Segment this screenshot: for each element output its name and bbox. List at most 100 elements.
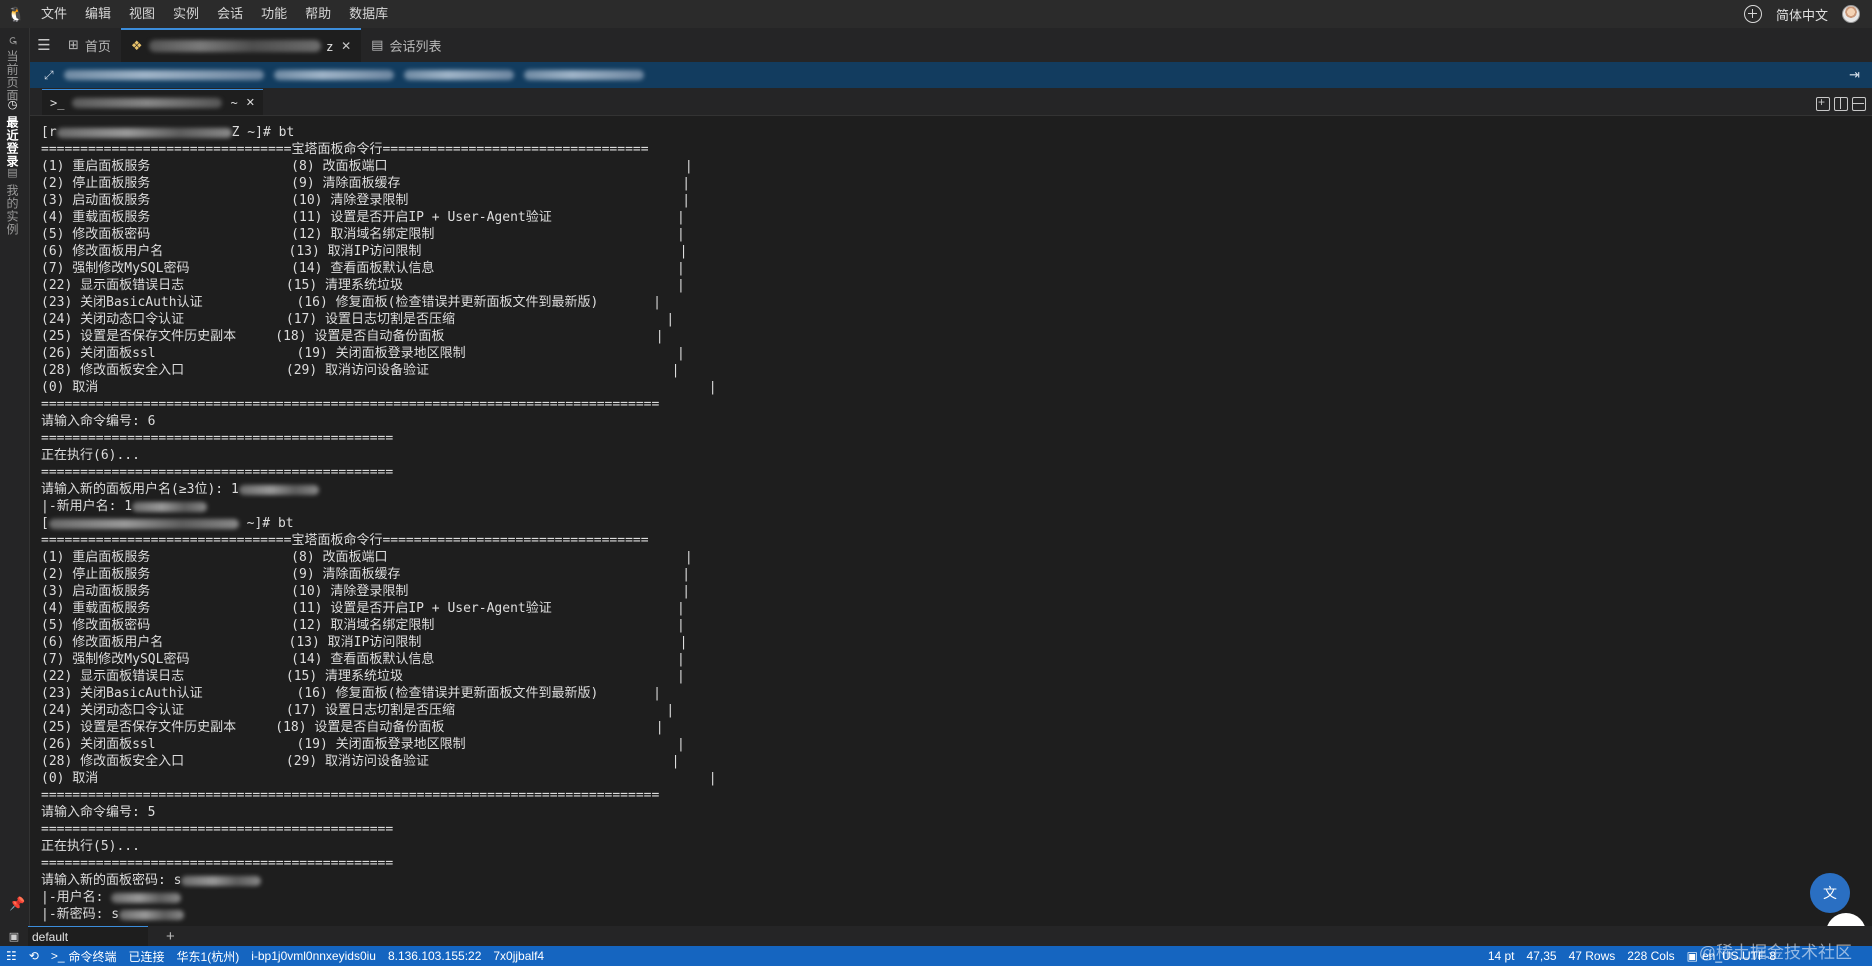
tab-session-list[interactable]: ▤ 会话列表 (361, 28, 451, 62)
terminal-line: (4) 重载面板服务 (11) 设置是否开启IP + User-Agent验证 … (41, 601, 685, 616)
layout-icon[interactable]: ☷ (0, 949, 23, 963)
terminal-line: (25) 设置是否保存文件历史副本 (18) 设置是否自动备份面板 | (41, 720, 664, 735)
panel-tab-default[interactable]: default (28, 926, 148, 946)
redacted-instance-info (523, 70, 644, 80)
terminal-icon: >_ (50, 949, 65, 963)
grid-icon: ⊞ (68, 37, 79, 52)
terminal-line: ========================================… (41, 465, 394, 480)
menu-toggle-icon[interactable]: ☰ (30, 28, 58, 62)
session-icon: ❖ (130, 38, 143, 53)
activity-tab-recent-login[interactable]: ◷ 最近登录 (4, 98, 21, 168)
terminal-line: (7) 强制修改MySQL密码 (14) 查看面板默认信息 | (41, 261, 685, 276)
menu-database[interactable]: 数据库 (340, 0, 397, 28)
status-rows: 47 Rows (1568, 949, 1616, 963)
split-vertical-icon[interactable] (1852, 97, 1866, 111)
terminal-line: (22) 显示面板错误日志 (15) 清理系统垃圾 | (41, 278, 685, 293)
status-instance-id: i-bp1j0vml0nnxeyids0iu (251, 949, 376, 963)
expand-icon[interactable]: ⤢ (44, 68, 54, 83)
menu-session[interactable]: 会话 (208, 0, 252, 28)
globe-icon: ▣ (1686, 949, 1698, 963)
terminal-line-suffix: Z ~]# bt (231, 125, 295, 140)
terminal-line: (0) 取消 | (41, 380, 717, 395)
terminal-line: ================================宝塔面板命令行=… (41, 533, 649, 548)
redacted-text (56, 127, 232, 138)
terminal-line-prefix: |-新用户名: 1 (41, 499, 133, 514)
terminal-line-prefix: 请输入新的面板用户名(≥3位): 1 (41, 482, 239, 497)
terminal-line: (4) 重载面板服务 (11) 设置是否开启IP + User-Agent验证 … (41, 210, 685, 225)
terminal-tab-bar: >_ ~ ✕ (30, 88, 1872, 116)
redacted-session-name (148, 40, 321, 52)
refresh-icon[interactable]: ⟲ (23, 949, 45, 963)
terminal-line: 请输入命令编号: 5 (41, 805, 156, 820)
pin-icon[interactable]: 📌 (9, 896, 25, 912)
pane-controls (1816, 95, 1866, 111)
terminal-icon: ▣ (8, 930, 20, 943)
redacted-text (48, 518, 239, 529)
close-icon[interactable]: ✕ (341, 39, 351, 53)
tab-home[interactable]: ⊞ 首页 (58, 28, 121, 62)
terminal-line: [r Z ~]# bt (41, 124, 1872, 141)
clock-icon: ◷ (6, 98, 18, 112)
panel-tab-bar: ▣ default + (0, 926, 1872, 946)
activity-bar: ↺ 当前页面 ◷ 最近登录 ▤ 我的实例 📌 (0, 28, 30, 926)
redacted-text (119, 909, 185, 920)
tab-session[interactable]: ❖ z ✕ (120, 28, 362, 62)
activity-tab-label: 最近登录 (5, 116, 19, 168)
terminal-line: (22) 显示面板错误日志 (15) 清理系统垃圾 | (41, 669, 685, 684)
terminal-line: (3) 启动面板服务 (10) 清除登录限制 | (41, 193, 691, 208)
menu-instance[interactable]: 实例 (164, 0, 208, 28)
list-icon: ▤ (371, 37, 384, 52)
menu-bar: 🐧 文件 编辑 视图 实例 会话 功能 帮助 数据库 简体中文 (0, 0, 1872, 28)
terminal-line: (23) 关闭BasicAuth认证 (16) 修复面板(检查错误并更新面板文件… (41, 686, 661, 701)
menu-help[interactable]: 帮助 (296, 0, 340, 28)
split-horizontal-icon[interactable] (1834, 97, 1848, 111)
terminal-line-prefix: [ (41, 516, 49, 531)
activity-tab-label: 我的实例 (5, 184, 19, 236)
terminal-line: (2) 停止面板服务 (9) 清除面板缓存 | (41, 176, 691, 191)
status-region: 华东1(杭州) (176, 949, 240, 964)
tab-bar: ☰ ⊞ 首页 ❖ z ✕ ▤ 会话列表 (30, 28, 1872, 62)
terminal-line: 请输入新的面板密码: s (41, 872, 1872, 889)
redacted-instance-info (403, 70, 514, 80)
activity-tab-current-page[interactable]: ↺ 当前页面 (4, 36, 21, 102)
add-tab-icon[interactable]: + (166, 928, 175, 945)
status-terminal[interactable]: >_ 命令终端 (45, 948, 123, 965)
redacted-text (238, 484, 319, 495)
terminal-line: (26) 关闭面板ssl (19) 关闭面板登录地区限制 | (41, 346, 685, 361)
close-icon[interactable]: ✕ (246, 96, 255, 109)
activity-tab-my-instances[interactable]: ▤ 我的实例 (4, 166, 21, 236)
terminal-line: (24) 关闭动态口令认证 (17) 设置日志切割是否压缩 | (41, 312, 675, 327)
terminal-line: (2) 停止面板服务 (9) 清除面板缓存 | (41, 567, 691, 582)
terminal-tab[interactable]: >_ ~ ✕ (42, 89, 263, 115)
terminal-line-prefix: [r (41, 125, 57, 140)
terminal-line: ========================================… (41, 856, 394, 871)
menu-file[interactable]: 文件 (32, 0, 76, 28)
terminal-prompt-icon: >_ (50, 95, 65, 110)
exit-icon[interactable]: ⇥ (1849, 67, 1860, 83)
terminal-line: 正在执行(6)... (41, 448, 140, 463)
menu-features[interactable]: 功能 (252, 0, 296, 28)
add-circle-icon[interactable] (1743, 5, 1762, 23)
terminal-line: 请输入新的面板用户名(≥3位): 1 (41, 481, 1872, 498)
terminal-line: (26) 关闭面板ssl (19) 关闭面板登录地区限制 | (41, 737, 685, 752)
terminal-line: 请输入命令编号: 6 (41, 414, 156, 429)
terminal-line: (3) 启动面板服务 (10) 清除登录限制 | (41, 584, 691, 599)
status-font-size[interactable]: 14 pt (1482, 949, 1521, 963)
avatar[interactable] (1842, 5, 1860, 23)
translate-icon[interactable]: 文 (1810, 873, 1850, 913)
terminal-line-prefix: 请输入新的面板密码: s (41, 873, 182, 888)
instance-info-bar: ⤢ ⇥ (30, 62, 1872, 88)
menu-view[interactable]: 视图 (120, 0, 164, 28)
terminal-line: ========================================… (41, 397, 660, 412)
redacted-instance-info (63, 70, 264, 80)
tab-session-list-label: 会话列表 (389, 38, 442, 54)
terminal-text: [r Z ~]# bt ==============================… (41, 124, 1872, 923)
redacted-terminal-name (72, 97, 223, 108)
terminal-line-suffix: ~]# bt (238, 516, 294, 531)
language-selector[interactable]: 简体中文 (1776, 5, 1828, 24)
status-cursor: 47,35 (1526, 949, 1557, 963)
menu-edit[interactable]: 编辑 (76, 0, 120, 28)
history-icon: ↺ (6, 36, 18, 47)
add-pane-icon[interactable] (1816, 95, 1830, 111)
terminal-output[interactable]: [r Z ~]# bt ==============================… (30, 117, 1872, 926)
